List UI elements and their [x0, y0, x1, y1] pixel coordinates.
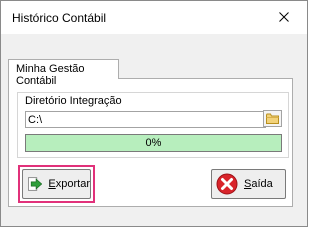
window-title: Histórico Contábil: [12, 11, 107, 25]
folder-icon: [266, 113, 279, 124]
exit-x-icon: [216, 173, 238, 195]
directory-label: Diretório Integração: [25, 95, 122, 107]
progress-text: 0%: [145, 137, 162, 149]
export-button-label: Exportar: [48, 178, 90, 190]
title-bar: Histórico Contábil: [1, 1, 307, 34]
export-button[interactable]: Exportar: [22, 169, 91, 199]
browse-button[interactable]: [263, 110, 282, 127]
close-icon: [279, 12, 289, 22]
exit-button-label: Saída: [244, 178, 273, 190]
tab-minha-gestao-contabil[interactable]: Minha Gestão Contábil: [8, 59, 119, 87]
tab-label: Minha Gestão Contábil: [16, 63, 85, 87]
close-button[interactable]: [271, 6, 297, 28]
progress-bar: 0%: [25, 134, 282, 152]
directory-input[interactable]: [25, 111, 266, 128]
exit-button[interactable]: Saída: [211, 169, 286, 199]
export-arrow-icon: [28, 177, 43, 191]
